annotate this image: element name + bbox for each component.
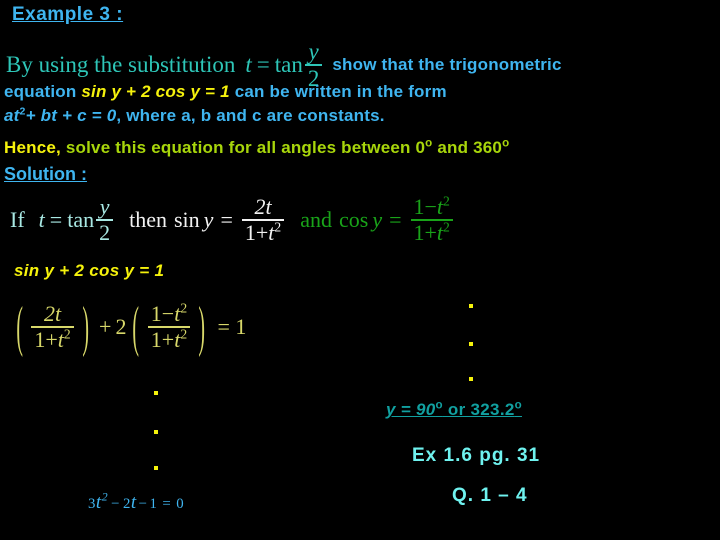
const-1: 1: [149, 496, 158, 512]
final-answer: y = 90o or 323.2o: [386, 400, 522, 420]
identity-tan: tan: [67, 207, 95, 233]
cos-den-const: 1+: [413, 219, 437, 245]
first-numerator: 2t: [43, 301, 62, 326]
identity-equals-3: =: [389, 207, 402, 233]
line3-part1: equation: [4, 82, 77, 101]
final-equals: =: [162, 496, 172, 512]
identity-t: t: [38, 207, 45, 233]
coeff-3: 3: [88, 496, 96, 512]
num2-exponent: 2: [180, 300, 188, 316]
form-tail: , where a, b and c are constants.: [116, 106, 385, 125]
substitution-lhs: t: [245, 52, 252, 78]
page-title: Example 3 :: [12, 4, 124, 25]
cos-numerator: 1−t2: [411, 193, 453, 219]
sin-den-const: 1+: [244, 219, 269, 245]
hence-middle: and 360: [432, 138, 503, 157]
cos-denominator: 1+t2: [411, 219, 453, 245]
dot-1: [154, 391, 158, 395]
half-angle-identities: If t = tan y 2 then sin y = 2t 1+t2 and …: [10, 193, 455, 245]
then-keyword: then: [129, 207, 167, 233]
final-minus-2: −: [138, 496, 148, 512]
den1-const: 1+: [34, 326, 58, 352]
close-paren-1: ): [82, 294, 89, 358]
cos-num-const: 1−: [413, 194, 437, 219]
coeff-2: 2: [122, 496, 131, 512]
cos-identity-fraction: 1−t2 1+t2: [410, 193, 453, 245]
cos-argument: y: [372, 207, 383, 233]
first-fraction: 2t 1+t2: [31, 301, 74, 352]
sin-identity-fraction: 2t 1+t2: [241, 194, 285, 245]
hence-instruction-line: Hence, solve this equation for all angle…: [4, 138, 509, 158]
substituted-equation: ( 2t 1+t2 ) + 2 ( 1−t2 1+t2 ) = 1: [10, 294, 247, 358]
answer-degree-1: o: [435, 399, 443, 412]
equation-statement-line: equation sin y + 2 cos y = 1 can be writ…: [4, 82, 447, 102]
tan-numerator: y: [99, 194, 110, 219]
cos-num-exponent: 2: [443, 193, 450, 209]
slide-canvas: Example 3 : By using the substitution t …: [0, 0, 720, 540]
dot-6: [469, 377, 473, 381]
den1-exponent: 2: [63, 326, 71, 342]
original-equation: sin y + 2 cos y = 1: [14, 261, 165, 280]
identity-tan-fraction: y 2: [96, 194, 114, 245]
substitution-equals: =: [256, 52, 270, 78]
and-keyword: and: [300, 207, 332, 233]
form-rest: + bt + c = 0: [25, 106, 117, 125]
dot-5: [469, 342, 473, 346]
sin-label: sin: [173, 207, 200, 233]
dot-2: [154, 430, 158, 434]
sin-denominator: 1+t2: [242, 219, 284, 245]
answer-middle: or 323.2: [442, 400, 515, 419]
quadratic-form-line: at2+ bt + c = 0, where a, b and c are co…: [4, 106, 385, 126]
second-numerator: 1−t2: [148, 300, 190, 326]
plus-operator: +: [99, 314, 112, 340]
substitution-tan: tan: [274, 52, 303, 78]
answer-degree-2: o: [514, 399, 522, 412]
num2-const: 1−: [150, 301, 175, 326]
substitution-numerator: y: [308, 39, 319, 64]
open-paren-2: (: [132, 294, 140, 358]
tan-denominator: 2: [99, 219, 111, 245]
final-t2: t: [130, 492, 137, 513]
equals-one: = 1: [217, 314, 247, 340]
hence-keyword: Hence,: [4, 138, 61, 157]
final-zero: 0: [176, 496, 185, 512]
intro-tail-text: show that the trigonometric: [332, 55, 562, 75]
dot-4: [469, 304, 473, 308]
sin-numerator: 2t: [254, 194, 272, 219]
cos-den-exponent: 2: [443, 219, 450, 235]
degree-symbol-360: o: [502, 137, 510, 150]
final-minus-1: −: [111, 496, 120, 512]
second-denominator: 1+t2: [148, 326, 190, 352]
form-a-t: at: [4, 106, 20, 125]
first-denominator: 1+t2: [31, 326, 73, 352]
if-keyword: If: [10, 207, 25, 233]
cos-label: cos: [338, 207, 369, 233]
sin-den-exponent: 2: [274, 219, 282, 235]
coefficient-two: 2: [115, 314, 127, 340]
quadratic-result-equation: 3t2−2t −1 = 0: [88, 490, 185, 514]
identity-equals-1: =: [49, 207, 63, 233]
den2-const: 1+: [150, 326, 175, 352]
sin-argument: y: [203, 207, 214, 233]
solution-heading: Solution :: [4, 164, 87, 184]
hence-body: solve this equation for all angles betwe…: [65, 138, 426, 157]
dot-3: [154, 466, 158, 470]
line3-highlight-equation: sin y + 2 cos y = 1: [81, 82, 230, 101]
exercise-reference: Ex 1.6 pg. 31: [412, 445, 541, 466]
line3-part2: can be written in the form: [234, 82, 447, 101]
final-exponent: 2: [101, 490, 109, 504]
den2-exponent: 2: [180, 326, 188, 342]
question-reference: Q. 1 – 4: [452, 485, 528, 506]
second-fraction: 1−t2 1+t2: [147, 300, 191, 352]
close-paren-2: ): [198, 294, 206, 358]
intro-serif-text: By using the substitution: [6, 52, 236, 78]
open-paren-1: (: [16, 294, 23, 358]
answer-main: y = 90: [386, 400, 436, 419]
identity-equals-2: =: [220, 207, 233, 233]
